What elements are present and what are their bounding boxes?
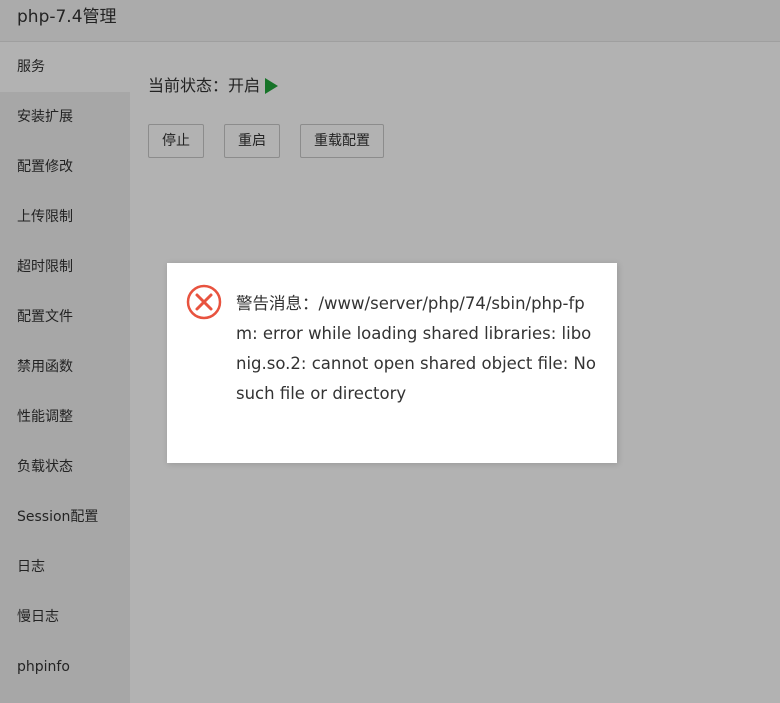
error-icon (186, 284, 222, 320)
error-message: 警告消息：/www/server/php/74/sbin/php-fpm: er… (236, 294, 596, 403)
php-manager-window: php-7.4管理 服务 安装扩展 配置修改 上传限制 超时限制 配置文件 禁用… (0, 0, 780, 703)
error-dialog: 警告消息：/www/server/php/74/sbin/php-fpm: er… (167, 263, 617, 463)
